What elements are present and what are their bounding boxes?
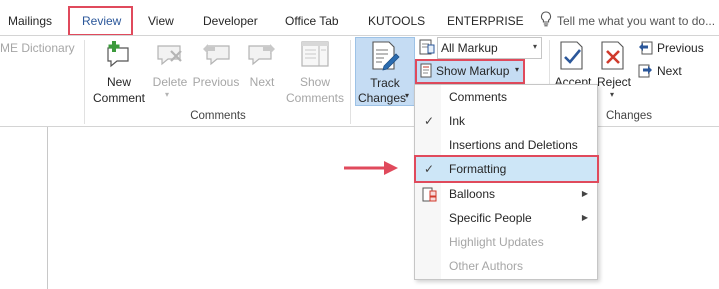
track-changes-icon: [370, 40, 400, 72]
ribbon-tab-bar: Mailings Review View Developer Office Ta…: [0, 0, 719, 36]
show-comments-icon: [300, 40, 330, 70]
show-comments-label-line2: Comments: [285, 91, 344, 105]
new-comment-button[interactable]: New Comment: [89, 38, 149, 108]
show-comments-label-line1: Show: [299, 75, 331, 89]
previous-change-label: Previous: [657, 41, 704, 55]
accept-icon: [559, 40, 587, 72]
menu-item-label: Other Authors: [449, 259, 524, 273]
reject-label: Reject: [597, 75, 632, 89]
balloons-icon: [422, 187, 437, 202]
tab-enterprise[interactable]: ENTERPRISE: [447, 12, 524, 30]
menu-item-label: Highlight Updates: [449, 235, 544, 249]
next-comment-icon: [247, 40, 277, 70]
checkmark-icon: ✓: [424, 114, 435, 128]
new-comment-icon: [104, 40, 134, 70]
markup-display-icon: [419, 39, 435, 55]
menu-item-ink[interactable]: ✓ Ink: [416, 109, 597, 133]
previous-change-icon: [638, 40, 653, 55]
track-changes-button[interactable]: Track Changes ▾: [355, 37, 415, 106]
menu-item-label: Formatting: [449, 162, 507, 176]
changes-group-label: Changes: [605, 110, 653, 122]
previous-change-button[interactable]: Previous: [638, 39, 716, 57]
next-change-button[interactable]: Next: [638, 62, 708, 80]
menu-item-balloons[interactable]: Balloons ▶: [416, 182, 597, 206]
submenu-arrow-icon: ▶: [581, 213, 588, 222]
show-markup-label: Show Markup: [436, 64, 510, 78]
track-changes-dropdown-icon: ▾: [405, 91, 410, 100]
document-area[interactable]: [0, 127, 719, 289]
delete-dropdown-icon: ▾: [165, 90, 170, 99]
me-dictionary-button[interactable]: ME Dictionary: [0, 41, 75, 55]
show-comments-button[interactable]: Show Comments: [284, 38, 346, 108]
menu-item-other-authors[interactable]: Other Authors: [416, 254, 597, 278]
track-changes-label-line2: Changes: [357, 91, 407, 105]
previous-comment-icon: [201, 40, 231, 70]
tab-office-tab[interactable]: Office Tab: [285, 12, 339, 30]
menu-item-label: Ink: [449, 114, 466, 128]
next-change-icon: [638, 63, 653, 78]
markup-view-select[interactable]: All Markup ▾: [437, 37, 542, 59]
delete-comment-icon: [155, 40, 185, 70]
show-markup-menu: Comments ✓ Ink Insertions and Deletions …: [414, 84, 599, 280]
next-comment-label: Next: [249, 75, 275, 89]
menu-item-label: Specific People: [449, 211, 532, 225]
menu-item-label: Insertions and Deletions: [449, 138, 578, 152]
tell-me-search[interactable]: Tell me what you want to do...: [557, 12, 715, 30]
tab-mailings[interactable]: Mailings: [8, 12, 52, 30]
page-left-edge: [47, 127, 48, 289]
show-markup-button[interactable]: Show Markup ▾: [415, 59, 525, 84]
annotation-arrow-icon: [344, 158, 400, 178]
tab-developer[interactable]: Developer: [203, 12, 258, 30]
comments-group-label: Comments: [190, 110, 246, 122]
menu-item-formatting[interactable]: ✓ Formatting: [414, 155, 599, 183]
show-markup-icon: [420, 63, 433, 78]
reject-button[interactable]: Reject ▾: [597, 38, 631, 108]
delete-comment-label: Delete: [152, 75, 188, 89]
show-markup-dropdown-icon: ▾: [514, 65, 519, 74]
submenu-arrow-icon: ▶: [581, 189, 588, 198]
menu-item-label: Balloons: [449, 187, 496, 201]
menu-item-highlight-updates[interactable]: Highlight Updates: [416, 230, 597, 254]
next-change-label: Next: [657, 64, 682, 78]
group-separator: [84, 40, 85, 124]
reject-icon: [600, 40, 628, 72]
track-changes-label-line1: Track: [370, 76, 400, 90]
tab-kutools[interactable]: KUTOOLS: [368, 12, 425, 30]
new-comment-label-line1: New: [106, 75, 131, 89]
menu-item-specific-people[interactable]: Specific People ▶: [416, 206, 597, 230]
next-comment-button[interactable]: Next: [243, 38, 281, 108]
reject-dropdown-icon: ▾: [610, 90, 615, 99]
new-comment-label-line2: Comment: [92, 91, 145, 105]
group-separator: [350, 40, 351, 124]
tab-view[interactable]: View: [148, 12, 174, 30]
markup-view-value: All Markup: [441, 41, 498, 55]
previous-comment-button[interactable]: Previous: [192, 38, 240, 108]
tab-review[interactable]: Review: [68, 6, 133, 36]
menu-item-insertions-deletions[interactable]: Insertions and Deletions: [416, 133, 597, 157]
menu-item-comments[interactable]: Comments: [416, 85, 597, 109]
markup-view-dropdown-icon: ▾: [532, 42, 537, 51]
menu-item-label: Comments: [449, 90, 508, 104]
delete-comment-button[interactable]: Delete ▾: [150, 38, 190, 108]
lightbulb-icon: [540, 11, 552, 27]
checkmark-icon: ✓: [424, 162, 435, 176]
previous-comment-label: Previous: [192, 75, 240, 89]
